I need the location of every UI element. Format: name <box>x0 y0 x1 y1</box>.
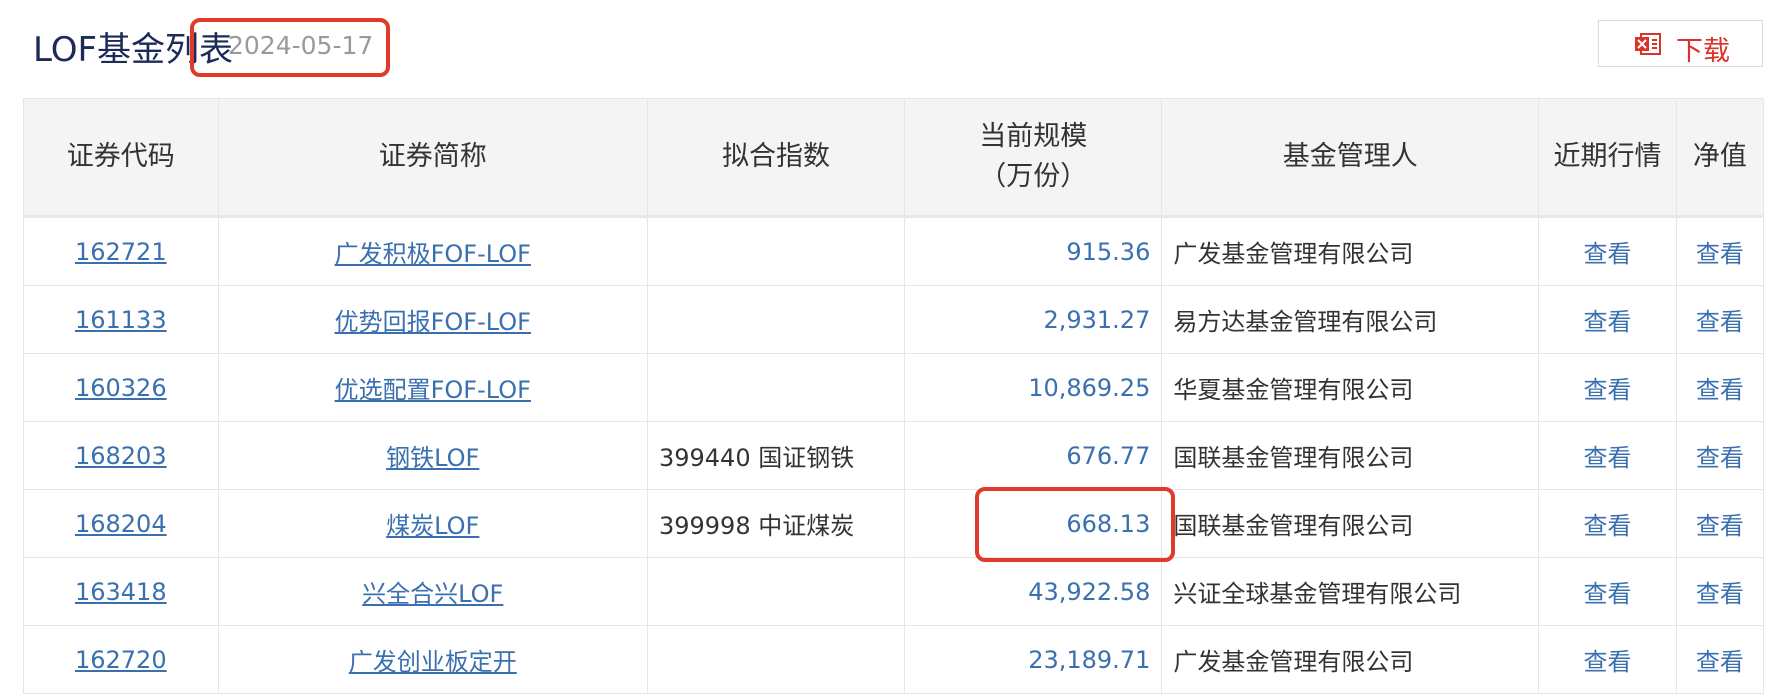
fund-scale: 43,922.58 <box>904 557 1163 626</box>
fund-manager: 易方达基金管理有限公司 <box>1161 285 1540 354</box>
table-header-row: 证券代码 证券简称 拟合指数 当前规模 （万份） 基金管理人 近期行情 净值 <box>23 98 1765 217</box>
table-row: 168203 钢铁LOF 399440 国证钢铁 676.77 国联基金管理有限… <box>23 421 1765 490</box>
fund-manager: 国联基金管理有限公司 <box>1161 489 1540 558</box>
date-highlight-box <box>190 18 390 77</box>
fund-code-link[interactable]: 162720 <box>75 646 167 674</box>
quote-view-link[interactable]: 查看 <box>1583 512 1631 540</box>
fund-code-link[interactable]: 162721 <box>75 238 167 266</box>
col-header-scale[interactable]: 当前规模 （万份） <box>904 98 1163 217</box>
fund-manager: 华夏基金管理有限公司 <box>1161 353 1540 422</box>
table-row: 162721 广发积极FOF-LOF 915.36 广发基金管理有限公司 查看 … <box>23 216 1765 286</box>
fund-name-link[interactable]: 煤炭LOF <box>386 512 479 540</box>
col-header-name[interactable]: 证券简称 <box>217 98 648 217</box>
fund-manager: 广发基金管理有限公司 <box>1161 216 1540 286</box>
fund-index <box>646 353 906 422</box>
fund-name-link[interactable]: 兴全合兴LOF <box>362 580 503 608</box>
col-header-scale-line1: 当前规模 <box>979 121 1088 152</box>
quote-view-link[interactable]: 查看 <box>1583 240 1631 268</box>
nav-view-link[interactable]: 查看 <box>1696 240 1744 268</box>
excel-download-icon <box>1635 33 1661 55</box>
fund-index <box>646 216 906 286</box>
table-row: 163418 兴全合兴LOF 43,922.58 兴证全球基金管理有限公司 查看… <box>23 557 1765 626</box>
fund-index: 399998 中证煤炭 <box>646 489 906 558</box>
fund-index <box>646 625 906 694</box>
fund-code-link[interactable]: 163418 <box>75 578 167 606</box>
fund-manager: 兴证全球基金管理有限公司 <box>1161 557 1540 626</box>
col-header-manager[interactable]: 基金管理人 <box>1161 98 1540 217</box>
download-label: 下载 <box>1676 36 1730 67</box>
fund-index: 399440 国证钢铁 <box>646 421 906 490</box>
table-row: 168204 煤炭LOF 399998 中证煤炭 668.13 国联基金管理有限… <box>23 489 1765 558</box>
fund-name-link[interactable]: 优选配置FOF-LOF <box>335 376 531 404</box>
fund-scale: 23,189.71 <box>904 625 1163 694</box>
fund-name-link[interactable]: 优势回报FOF-LOF <box>335 308 531 336</box>
fund-name-link[interactable]: 广发积极FOF-LOF <box>335 240 531 268</box>
scale-highlight-box <box>975 487 1175 562</box>
col-header-quote[interactable]: 近期行情 <box>1538 98 1677 217</box>
fund-code-link[interactable]: 160326 <box>75 374 167 402</box>
nav-view-link[interactable]: 查看 <box>1696 580 1744 608</box>
fund-name-link[interactable]: 钢铁LOF <box>386 444 479 472</box>
col-header-nav[interactable]: 净值 <box>1675 98 1765 217</box>
fund-index <box>646 285 906 354</box>
quote-view-link[interactable]: 查看 <box>1583 444 1631 472</box>
col-header-code[interactable]: 证券代码 <box>23 98 219 217</box>
table-row: 160326 优选配置FOF-LOF 10,869.25 华夏基金管理有限公司 … <box>23 353 1765 422</box>
fund-code-link[interactable]: 168204 <box>75 510 167 538</box>
nav-view-link[interactable]: 查看 <box>1696 512 1744 540</box>
quote-view-link[interactable]: 查看 <box>1583 580 1631 608</box>
title-bar: LOF基金列表 2024-05-17 下载 <box>0 0 1778 95</box>
col-header-scale-line2: （万份） <box>979 161 1088 192</box>
fund-name-link[interactable]: 广发创业板定开 <box>349 648 517 676</box>
fund-scale: 915.36 <box>904 216 1163 286</box>
nav-view-link[interactable]: 查看 <box>1696 444 1744 472</box>
fund-scale: 676.77 <box>904 421 1163 490</box>
fund-scale: 2,931.27 <box>904 285 1163 354</box>
fund-manager: 国联基金管理有限公司 <box>1161 421 1540 490</box>
table-row: 161133 优势回报FOF-LOF 2,931.27 易方达基金管理有限公司 … <box>23 285 1765 354</box>
quote-view-link[interactable]: 查看 <box>1583 648 1631 676</box>
download-button[interactable]: 下载 <box>1598 20 1763 67</box>
lof-fund-table: 证券代码 证券简称 拟合指数 当前规模 （万份） 基金管理人 近期行情 净值 1… <box>23 98 1765 694</box>
col-header-index[interactable]: 拟合指数 <box>646 98 906 217</box>
fund-manager: 广发基金管理有限公司 <box>1161 625 1540 694</box>
fund-scale: 10,869.25 <box>904 353 1163 422</box>
fund-code-link[interactable]: 161133 <box>75 306 167 334</box>
fund-code-link[interactable]: 168203 <box>75 442 167 470</box>
quote-view-link[interactable]: 查看 <box>1583 376 1631 404</box>
quote-view-link[interactable]: 查看 <box>1583 308 1631 336</box>
fund-index <box>646 557 906 626</box>
nav-view-link[interactable]: 查看 <box>1696 376 1744 404</box>
table-row: 162720 广发创业板定开 23,189.71 广发基金管理有限公司 查看 查… <box>23 625 1765 694</box>
nav-view-link[interactable]: 查看 <box>1696 648 1744 676</box>
nav-view-link[interactable]: 查看 <box>1696 308 1744 336</box>
